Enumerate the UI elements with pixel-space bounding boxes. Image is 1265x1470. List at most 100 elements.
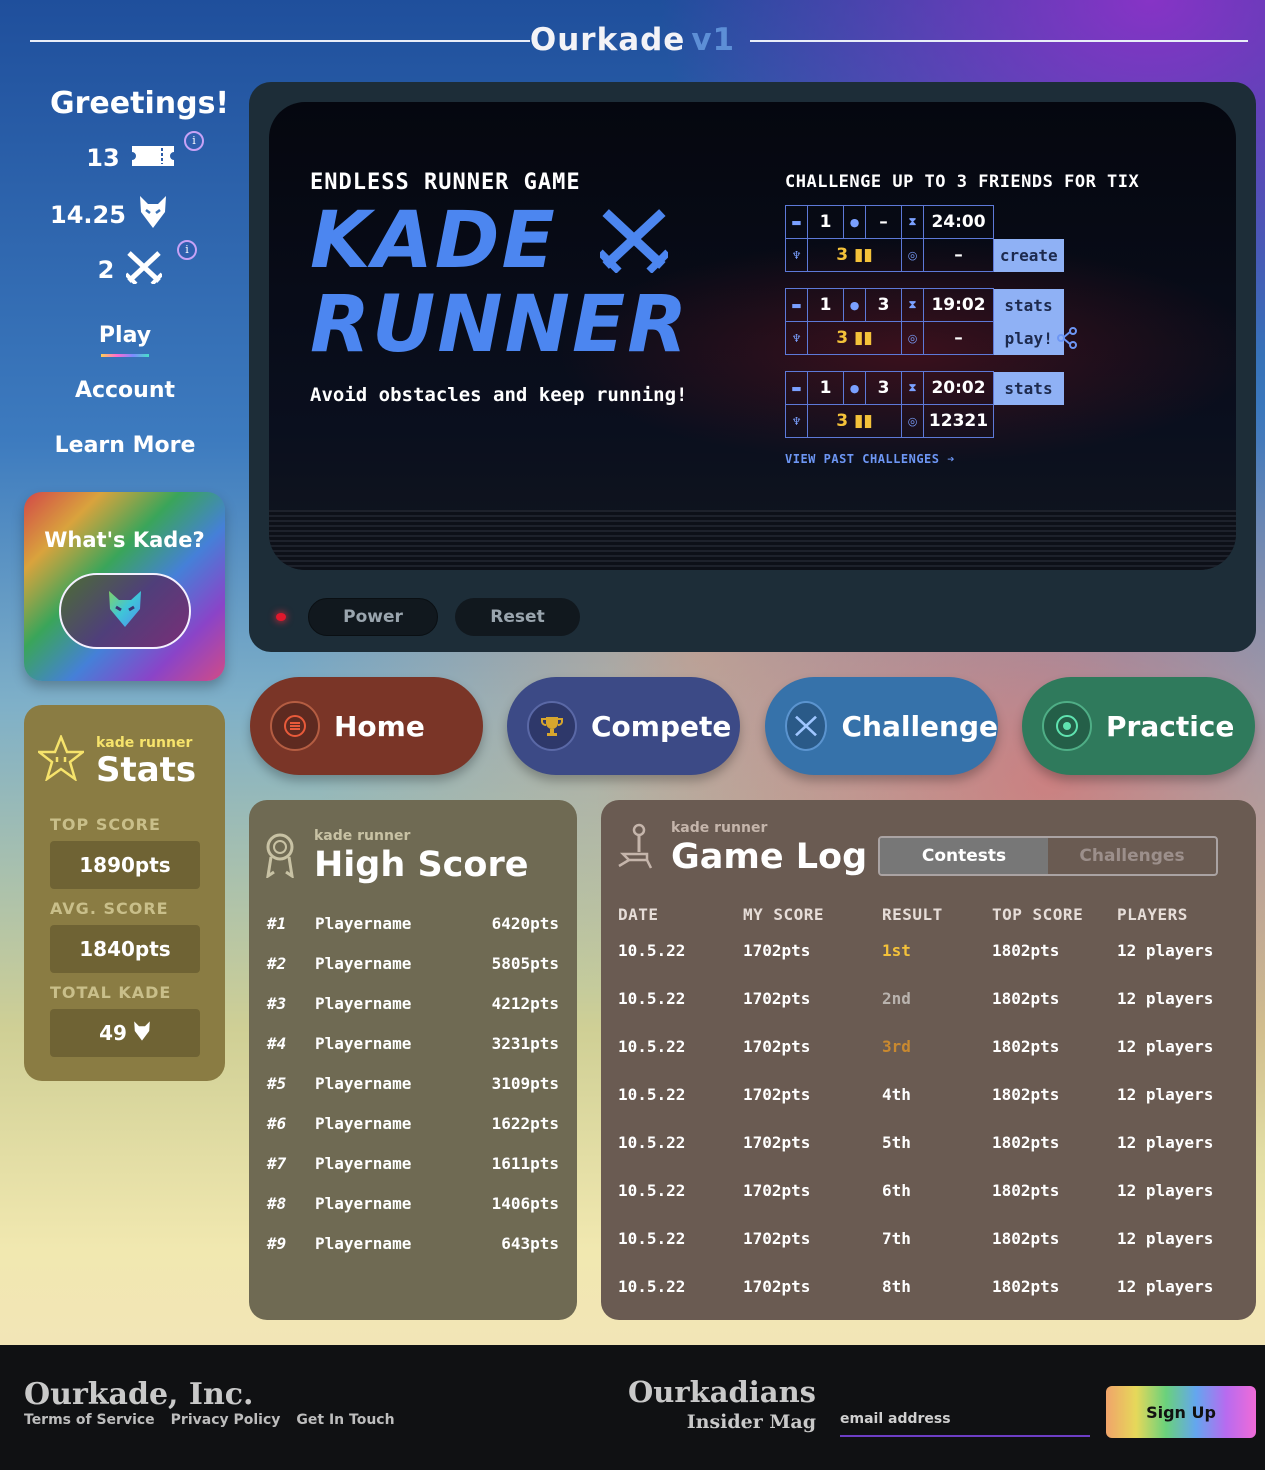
view-past-challenges-link[interactable]: VIEW PAST CHALLENGES ➔ <box>785 452 955 466</box>
log-result: 4th <box>882 1085 911 1104</box>
challenge-entry: 3 ▮▮ <box>807 321 902 355</box>
high-score-player: Playername <box>315 1074 412 1093</box>
tab-contests[interactable]: Contests <box>880 838 1048 874</box>
person-icon: ● <box>843 205 866 239</box>
fox-icon <box>107 589 143 633</box>
avg-score-text: 1840pts <box>79 937 171 961</box>
log-my-score: 1702pts <box>743 989 811 1008</box>
challenge-entry-value: 3 <box>836 328 849 348</box>
whats-kade-button[interactable] <box>59 573 191 649</box>
col-top-score: TOP SCORE <box>992 905 1084 924</box>
fox-icon <box>133 1020 151 1047</box>
high-score-row: #9 Playername 643pts <box>267 1234 559 1253</box>
challenge-score: – <box>923 321 994 355</box>
share-icon[interactable] <box>1056 327 1078 353</box>
mode-challenge-button[interactable]: Challenge <box>765 677 998 775</box>
joystick-icon <box>617 822 655 876</box>
terms-link[interactable]: Terms of Service <box>24 1412 155 1428</box>
challenge-stats-button[interactable]: stats <box>993 288 1064 322</box>
challenge-stats-button[interactable]: stats <box>993 371 1064 405</box>
battle-count: 2 <box>97 256 115 284</box>
stats-subtitle: kade runner <box>96 735 193 751</box>
challenge-players: – <box>865 205 902 239</box>
high-score-row: #2 Playername 5805pts <box>267 954 559 973</box>
challenge-time: 24:00 <box>923 205 994 239</box>
log-result: 5th <box>882 1133 911 1152</box>
medal-icon: ◎ <box>901 404 924 438</box>
game-log-row: 10.5.22 1702pts 7th 1802pts 12 players <box>618 1229 1238 1248</box>
log-result: 8th <box>882 1277 911 1296</box>
nav-account[interactable]: Account <box>30 378 220 403</box>
play-challenge-button[interactable]: play! <box>993 321 1064 355</box>
log-date: 10.5.22 <box>618 1277 686 1296</box>
ticket-info-icon[interactable]: i <box>184 131 204 151</box>
log-date: 10.5.22 <box>618 1085 686 1104</box>
high-score-points: 4212pts <box>491 994 559 1013</box>
high-score-points: 6420pts <box>491 914 559 933</box>
site-logo[interactable]: Ourkade v1 <box>0 22 1265 58</box>
footer: Ourkade, Inc. Terms of Service Privacy P… <box>0 1345 1265 1470</box>
challenge-entry: 3 ▮▮ <box>807 238 902 272</box>
challenge-entry: 3 ▮▮ <box>807 404 902 438</box>
high-score-row: #6 Playername 1622pts <box>267 1114 559 1133</box>
log-top-score: 1802pts <box>992 989 1060 1008</box>
log-my-score: 1702pts <box>743 1277 811 1296</box>
create-challenge-button[interactable]: create <box>993 238 1064 272</box>
avg-score-value: 1840pts <box>50 925 200 973</box>
hourglass-icon: ⧗ <box>901 371 924 405</box>
high-score-player: Playername <box>315 1034 412 1053</box>
log-top-score: 1802pts <box>992 941 1060 960</box>
power-button[interactable]: Power <box>308 598 438 636</box>
challenge-score: – <box>923 238 994 272</box>
email-field[interactable] <box>840 1403 1090 1437</box>
log-players: 12 players <box>1117 941 1214 960</box>
game-description: Avoid obstacles and keep running! <box>310 384 688 406</box>
total-kade-text: 49 <box>99 1021 127 1045</box>
challenge-entry-value: 3 <box>836 245 849 265</box>
ticket-icon: ▮▮ <box>854 411 873 431</box>
game-title-line1: KADE <box>310 196 557 286</box>
challenge-tix: 1 <box>807 205 844 239</box>
reset-button[interactable]: Reset <box>455 598 580 636</box>
high-score-points: 643pts <box>501 1234 559 1253</box>
home-icon <box>270 701 320 751</box>
game-log-row: 10.5.22 1702pts 5th 1802pts 12 players <box>618 1133 1238 1152</box>
stats-title: Stats <box>96 750 197 790</box>
game-log-header: DATE MY SCORE RESULT TOP SCORE PLAYERS <box>618 905 1238 924</box>
mode-practice-button[interactable]: Practice <box>1022 677 1255 775</box>
high-score-row: #1 Playername 6420pts <box>267 914 559 933</box>
mode-home-button[interactable]: Home <box>250 677 483 775</box>
mode-compete-button[interactable]: Compete <box>507 677 740 775</box>
high-score-player: Playername <box>315 1114 412 1133</box>
footer-links: Terms of Service Privacy Policy Get In T… <box>24 1412 395 1428</box>
challenge-card: ▬ 1 ● 3 ⧗ 20:02 stats ♆ 3 ▮▮ ◎ 12321 <box>785 371 1064 438</box>
tab-challenges[interactable]: Challenges <box>1048 838 1216 874</box>
game-log-row: 10.5.22 1702pts 1st 1802pts 12 players <box>618 941 1238 960</box>
battle-info-icon[interactable]: i <box>177 240 197 260</box>
trophy-icon: ♆ <box>785 404 808 438</box>
high-score-row: #5 Playername 3109pts <box>267 1074 559 1093</box>
nav-play[interactable]: Play <box>30 323 220 348</box>
sign-up-button[interactable]: Sign Up <box>1106 1386 1256 1438</box>
col-result: RESULT <box>882 905 943 924</box>
mode-practice-label: Practice <box>1106 709 1235 743</box>
medal-icon <box>263 832 297 882</box>
nav-learn-more[interactable]: Learn More <box>30 433 220 458</box>
challenge-card: ▬ 1 ● 3 ⧗ 19:02 stats ♆ 3 ▮▮ ◎ – play! <box>785 288 1064 355</box>
high-score-rank: #7 <box>267 1154 287 1173</box>
high-score-points: 5805pts <box>491 954 559 973</box>
mode-compete-label: Compete <box>591 709 732 743</box>
privacy-link[interactable]: Privacy Policy <box>171 1412 281 1428</box>
trophy-icon: ♆ <box>785 321 808 355</box>
game-title: KADE RUNNER <box>310 202 689 364</box>
high-score-rank: #5 <box>267 1074 287 1093</box>
hourglass-icon: ⧗ <box>901 205 924 239</box>
high-score-card: kade runner High Score #1 Playername 6420p… <box>249 800 577 1320</box>
top-score-label: TOP SCORE <box>50 815 161 834</box>
high-score-player: Playername <box>315 914 412 933</box>
contact-link[interactable]: Get In Touch <box>296 1412 394 1428</box>
total-kade-label: TOTAL KADE <box>50 983 172 1002</box>
high-score-rank: #4 <box>267 1034 287 1053</box>
log-result: 3rd <box>882 1037 911 1056</box>
whats-kade-card: What's Kade? <box>24 492 225 681</box>
